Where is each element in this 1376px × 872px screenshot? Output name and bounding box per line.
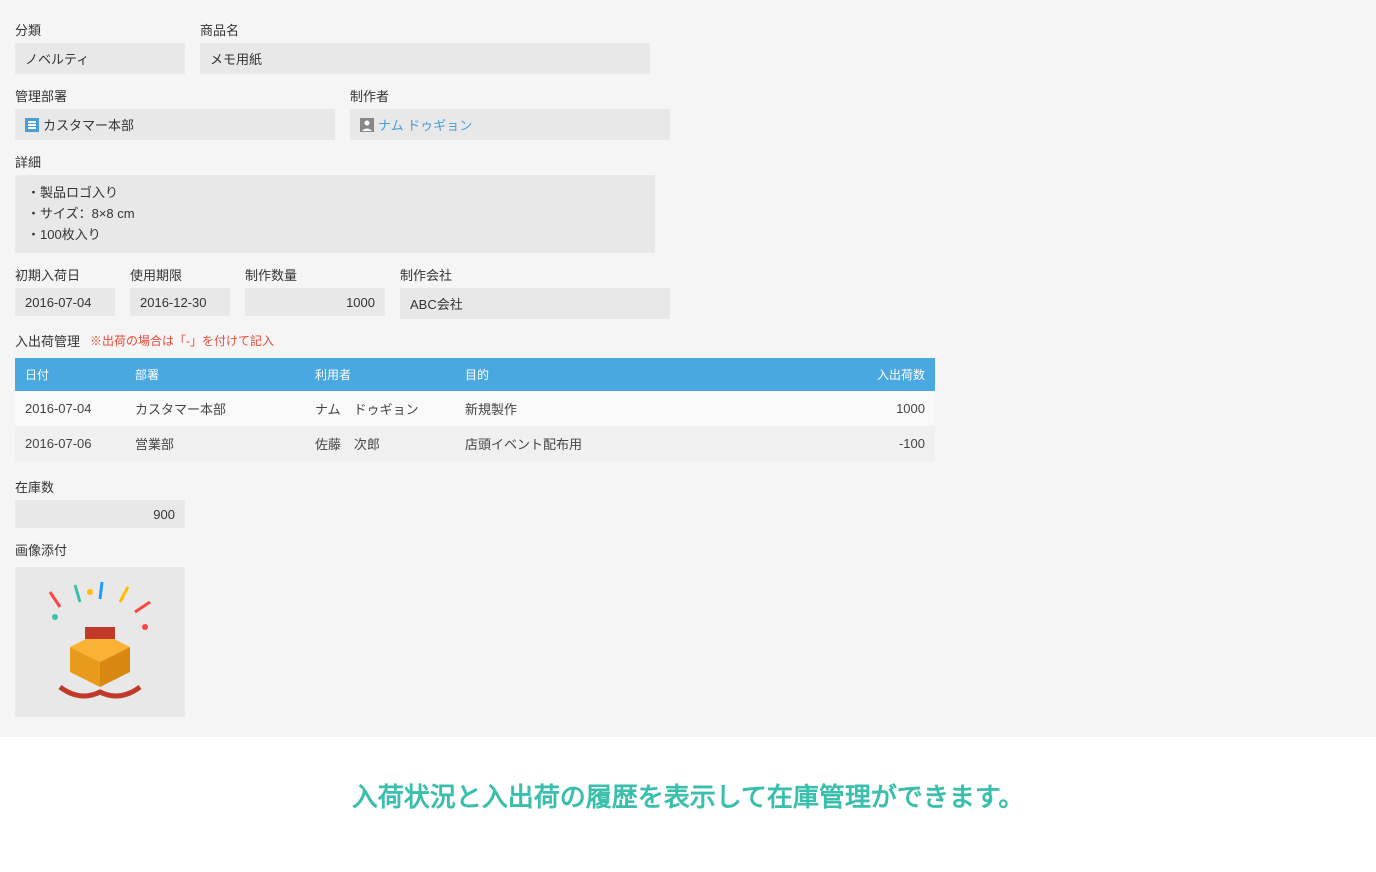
stock-label: 在庫数 [15, 477, 185, 496]
table-row: 2016-07-04 カスタマー本部 ナム ドゥギョン 新規製作 1000 [15, 391, 935, 426]
product-value: メモ用紙 [200, 43, 650, 74]
th-user: 利用者 [305, 358, 455, 391]
image-attachment[interactable] [15, 567, 185, 717]
details-label: 詳細 [15, 152, 655, 171]
quantity-value: 1000 [245, 288, 385, 316]
shipment-table: 日付 部署 利用者 目的 入出荷数 2016-07-04 カスタマー本部 ナム … [15, 358, 935, 461]
quantity-label: 制作数量 [245, 265, 385, 284]
company-label: 制作会社 [400, 265, 670, 284]
department-label: 管理部署 [15, 86, 335, 105]
details-line: ・100枚入り [27, 225, 643, 246]
gift-icon [30, 577, 170, 707]
expiration-label: 使用期限 [130, 265, 230, 284]
page-caption: 入荷状況と入出荷の履歴を表示して在庫管理ができます。 [0, 737, 1376, 854]
initial-date-value: 2016-07-04 [15, 288, 115, 316]
creator-label: 制作者 [350, 86, 670, 105]
initial-date-label: 初期入荷日 [15, 265, 115, 284]
category-label: 分類 [15, 20, 185, 39]
details-value: ・製品ロゴ入り ・サイズ：8×8 cm ・100枚入り [15, 175, 655, 253]
stock-value: 900 [15, 500, 185, 528]
org-icon [25, 118, 39, 132]
department-text: カスタマー本部 [43, 115, 134, 134]
product-label: 商品名 [200, 20, 650, 39]
th-purpose: 目的 [455, 358, 825, 391]
company-value: ABC会社 [400, 288, 670, 319]
management-note: ※出荷の場合は「-」を付けて記入 [90, 332, 274, 349]
creator-value[interactable]: ナム ドゥギョン [350, 109, 670, 140]
th-dept: 部署 [125, 358, 305, 391]
person-icon [360, 118, 374, 132]
creator-text: ナム ドゥギョン [378, 115, 472, 134]
th-date: 日付 [15, 358, 125, 391]
details-line: ・製品ロゴ入り [27, 183, 643, 204]
details-line: ・サイズ：8×8 cm [27, 204, 643, 225]
management-label: 入出荷管理 [15, 331, 80, 350]
table-row: 2016-07-06 営業部 佐藤 次郎 店頭イベント配布用 -100 [15, 426, 935, 461]
form-panel: 分類 ノベルティ 商品名 メモ用紙 管理部署 カスタマー本部 制作者 ナム [0, 0, 1376, 737]
th-qty: 入出荷数 [825, 358, 935, 391]
image-label: 画像添付 [15, 540, 1361, 559]
expiration-value: 2016-12-30 [130, 288, 230, 316]
department-value: カスタマー本部 [15, 109, 335, 140]
category-value: ノベルティ [15, 43, 185, 74]
